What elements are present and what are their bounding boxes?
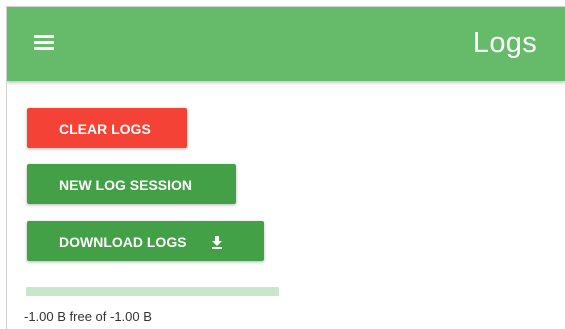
new-log-session-button[interactable]: NEW LOG SESSION xyxy=(27,164,236,204)
clear-logs-button[interactable]: CLEAR LOGS xyxy=(27,108,187,148)
menu-icon[interactable] xyxy=(34,35,54,51)
menu-icon-line xyxy=(34,35,54,38)
page-title: Logs xyxy=(472,27,537,59)
menu-icon-line xyxy=(34,47,54,50)
app-window: Logs CLEAR LOGS NEW LOG SESSION DOWNLOAD… xyxy=(6,6,565,329)
app-bar: Logs xyxy=(7,7,565,81)
menu-icon-line xyxy=(34,41,54,44)
clear-logs-label: CLEAR LOGS xyxy=(59,120,151,137)
download-logs-label: DOWNLOAD LOGS xyxy=(59,233,187,250)
download-icon xyxy=(212,235,223,249)
download-logs-button[interactable]: DOWNLOAD LOGS xyxy=(27,221,264,261)
new-log-session-label: NEW LOG SESSION xyxy=(59,176,193,193)
storage-progress-bar xyxy=(26,287,279,296)
storage-status-text: -1.00 B free of -1.00 B xyxy=(24,309,152,324)
